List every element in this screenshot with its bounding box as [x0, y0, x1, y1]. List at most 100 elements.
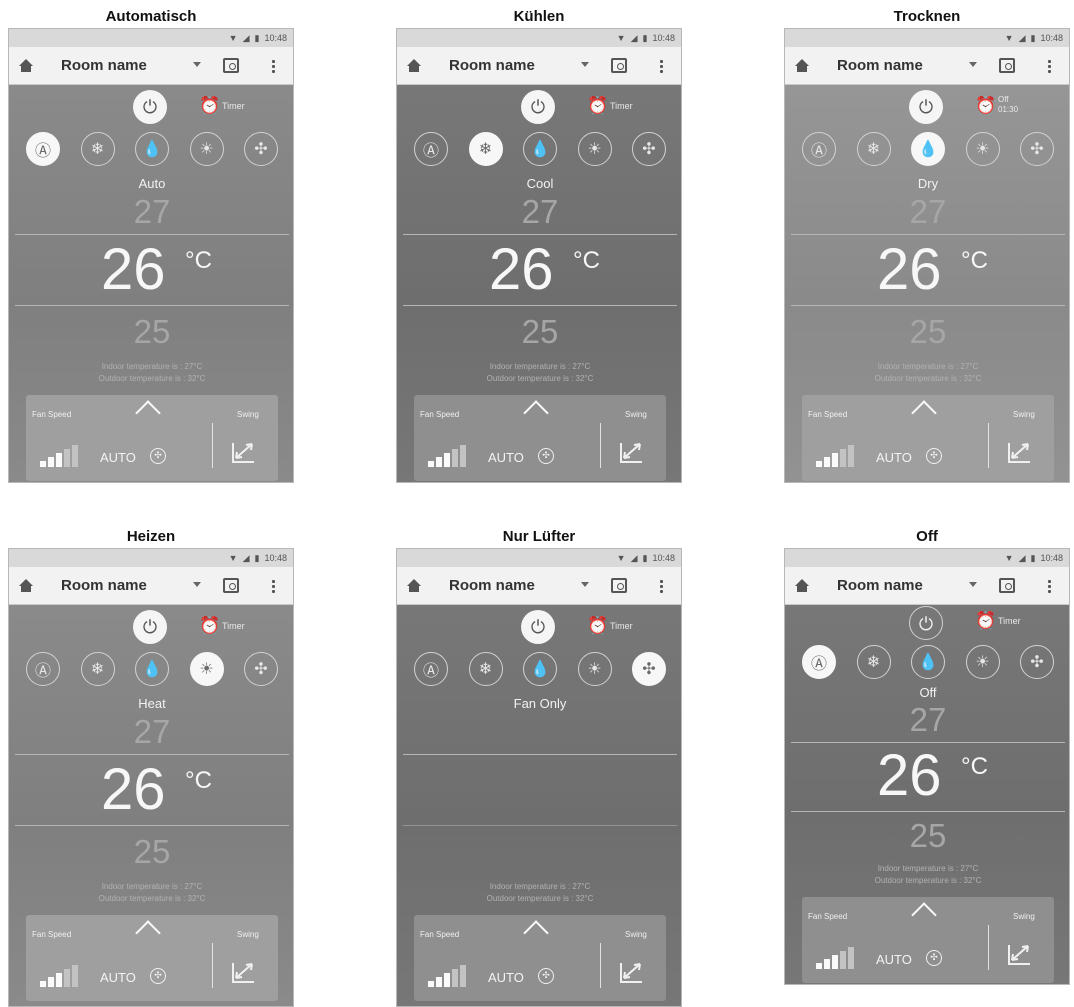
- alarm-clock-icon[interactable]: ⏰: [199, 97, 220, 115]
- temp-up-value[interactable]: 27: [785, 193, 1069, 231]
- cool-mode-button[interactable]: ❄: [80, 652, 115, 686]
- auto-fan-icon[interactable]: ✣: [926, 448, 942, 464]
- swing-icon[interactable]: [1006, 940, 1034, 968]
- dry-mode-button[interactable]: 💧: [135, 652, 169, 686]
- fan-mode-button[interactable]: ✣: [632, 652, 666, 686]
- room-name[interactable]: Room name: [837, 57, 923, 74]
- fan-speed-bars[interactable]: [428, 445, 466, 467]
- dry-mode-button[interactable]: 💧: [523, 652, 557, 686]
- auto-fan-icon[interactable]: ✣: [150, 968, 166, 984]
- heat-mode-button[interactable]: ☀: [189, 652, 224, 686]
- dry-mode-button[interactable]: 💧: [911, 132, 945, 166]
- auto-fan-icon[interactable]: ✣: [538, 968, 554, 984]
- fan-mode-button[interactable]: ✣: [1020, 645, 1054, 679]
- alarm-clock-icon[interactable]: ⏰: [975, 97, 996, 115]
- auto-fan-icon[interactable]: ✣: [150, 448, 166, 464]
- schedule-icon[interactable]: [999, 58, 1015, 73]
- dropdown-icon[interactable]: [581, 62, 589, 67]
- fan-speed-bars[interactable]: [816, 947, 854, 969]
- alarm-clock-icon[interactable]: ⏰: [587, 617, 608, 635]
- chevron-up-icon[interactable]: [524, 401, 546, 411]
- home-icon[interactable]: [407, 578, 421, 593]
- auto-mode-button[interactable]: Ⓐ: [414, 132, 448, 166]
- temp-down-value[interactable]: 25: [9, 313, 293, 351]
- swing-icon[interactable]: [230, 438, 258, 466]
- chevron-up-icon[interactable]: [136, 921, 158, 931]
- fan-speed-bars[interactable]: [428, 965, 466, 987]
- alarm-clock-icon[interactable]: ⏰: [975, 612, 996, 630]
- dry-mode-button[interactable]: 💧: [523, 132, 557, 166]
- home-icon[interactable]: [19, 578, 33, 593]
- temp-down-value[interactable]: 25: [9, 833, 293, 871]
- room-name[interactable]: Room name: [61, 577, 147, 594]
- fan-mode-value[interactable]: AUTO: [488, 970, 524, 985]
- heat-mode-button[interactable]: ☀: [965, 132, 1000, 166]
- heat-mode-button[interactable]: ☀: [577, 652, 612, 686]
- auto-mode-button[interactable]: Ⓐ: [414, 652, 448, 686]
- schedule-icon[interactable]: [999, 578, 1015, 593]
- fan-mode-button[interactable]: ✣: [632, 132, 666, 166]
- more-menu-icon[interactable]: [1048, 59, 1051, 73]
- room-name[interactable]: Room name: [449, 577, 535, 594]
- heat-mode-button[interactable]: ☀: [965, 645, 1000, 679]
- power-button[interactable]: ⏻: [521, 90, 555, 124]
- dropdown-icon[interactable]: [193, 62, 201, 67]
- dropdown-icon[interactable]: [969, 582, 977, 587]
- fan-speed-bars[interactable]: [816, 445, 854, 467]
- schedule-icon[interactable]: [611, 578, 627, 593]
- power-button[interactable]: ⏻: [133, 90, 167, 124]
- fan-mode-value[interactable]: AUTO: [100, 450, 136, 465]
- swing-icon[interactable]: [1006, 438, 1034, 466]
- auto-mode-button[interactable]: Ⓐ: [802, 132, 836, 166]
- alarm-clock-icon[interactable]: ⏰: [587, 97, 608, 115]
- auto-fan-icon[interactable]: ✣: [926, 950, 942, 966]
- fan-speed-bars[interactable]: [40, 965, 78, 987]
- temp-up-value[interactable]: 27: [785, 701, 1069, 739]
- power-button[interactable]: ⏻: [133, 610, 167, 644]
- cool-mode-button[interactable]: ❄: [468, 132, 503, 166]
- heat-mode-button[interactable]: ☀: [189, 132, 224, 166]
- heat-mode-button[interactable]: ☀: [577, 132, 612, 166]
- home-icon[interactable]: [795, 578, 809, 593]
- fan-mode-button[interactable]: ✣: [244, 652, 278, 686]
- timer-label[interactable]: Timer: [610, 621, 633, 631]
- home-icon[interactable]: [407, 58, 421, 73]
- chevron-up-icon[interactable]: [524, 921, 546, 931]
- cool-mode-button[interactable]: ❄: [856, 645, 891, 679]
- cool-mode-button[interactable]: ❄: [856, 132, 891, 166]
- swing-icon[interactable]: [618, 438, 646, 466]
- room-name[interactable]: Room name: [449, 57, 535, 74]
- auto-mode-button[interactable]: Ⓐ: [802, 645, 836, 679]
- temp-up-value[interactable]: 27: [9, 193, 293, 231]
- dry-mode-button[interactable]: 💧: [135, 132, 169, 166]
- temp-up-value[interactable]: 27: [9, 713, 293, 751]
- power-button[interactable]: ⏻: [909, 606, 943, 640]
- auto-fan-icon[interactable]: ✣: [538, 448, 554, 464]
- swing-icon[interactable]: [618, 958, 646, 986]
- home-icon[interactable]: [19, 58, 33, 73]
- room-name[interactable]: Room name: [837, 577, 923, 594]
- swing-icon[interactable]: [230, 958, 258, 986]
- alarm-clock-icon[interactable]: ⏰: [199, 617, 220, 635]
- more-menu-icon[interactable]: [660, 579, 663, 593]
- home-icon[interactable]: [795, 58, 809, 73]
- schedule-icon[interactable]: [611, 58, 627, 73]
- power-button[interactable]: ⏻: [521, 610, 555, 644]
- timer-label[interactable]: Timer: [610, 101, 633, 111]
- temp-up-value[interactable]: 27: [397, 193, 681, 231]
- timer-label[interactable]: Timer: [222, 621, 245, 631]
- dropdown-icon[interactable]: [193, 582, 201, 587]
- dropdown-icon[interactable]: [969, 62, 977, 67]
- more-menu-icon[interactable]: [660, 59, 663, 73]
- power-button[interactable]: ⏻: [909, 90, 943, 124]
- auto-mode-button[interactable]: Ⓐ: [26, 132, 60, 166]
- fan-mode-button[interactable]: ✣: [1020, 132, 1054, 166]
- timer-label[interactable]: Timer: [222, 101, 245, 111]
- timer-label[interactable]: Timer: [998, 616, 1021, 626]
- chevron-up-icon[interactable]: [912, 401, 934, 411]
- schedule-icon[interactable]: [223, 578, 239, 593]
- more-menu-icon[interactable]: [272, 59, 275, 73]
- fan-speed-bars[interactable]: [40, 445, 78, 467]
- cool-mode-button[interactable]: ❄: [80, 132, 115, 166]
- fan-mode-value[interactable]: AUTO: [876, 952, 912, 967]
